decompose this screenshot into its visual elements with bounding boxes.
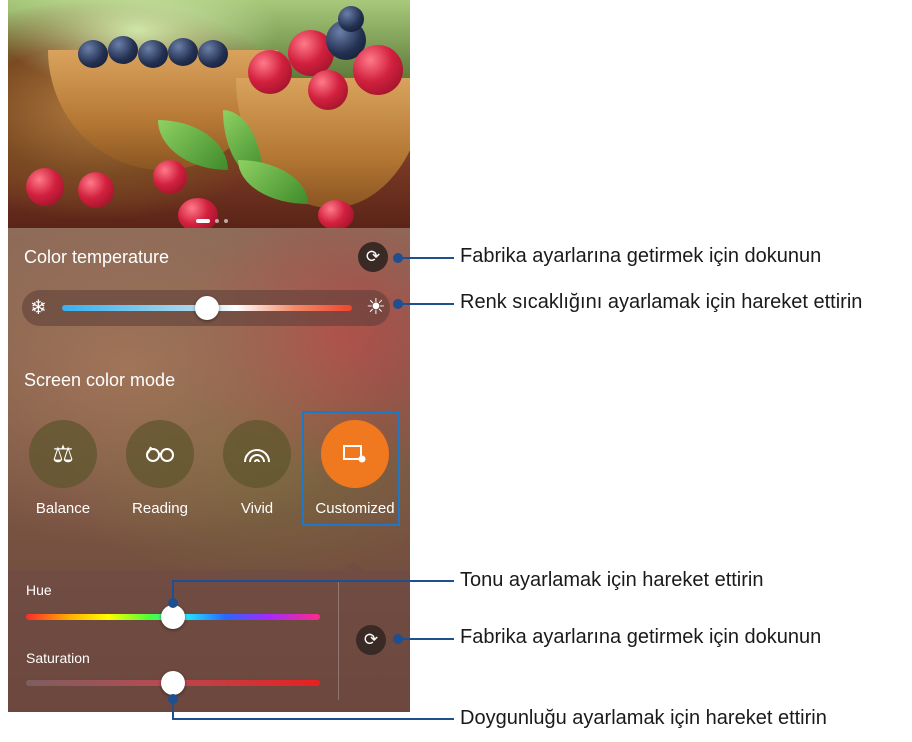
color-temperature-thumb[interactable] — [195, 296, 219, 320]
callout-line — [398, 303, 454, 305]
panel-divider — [338, 582, 339, 700]
mode-label: Vivid — [240, 500, 274, 517]
callout-line — [398, 638, 454, 640]
snowflake-icon: ❄ — [30, 297, 47, 319]
page-indicator — [196, 210, 233, 228]
display-settings-panel: Color temperature ⟳ ❄ ☀ Screen color mod… — [8, 228, 410, 712]
callout-reset-bottom: Fabrika ayarlarına getirmek için dokunun — [460, 626, 822, 648]
callout-temperature-slider: Renk sıcaklığını ayarlamak için hareket … — [460, 291, 863, 313]
header-photo — [8, 0, 410, 228]
color-temperature-slider[interactable]: ❄ ☀ — [22, 290, 390, 326]
refresh-icon: ⟳ — [365, 247, 381, 266]
saturation-label: Saturation — [26, 650, 90, 666]
page-dot — [224, 219, 228, 223]
hue-thumb[interactable] — [161, 605, 185, 629]
blueberry — [168, 38, 198, 66]
customized-adjust-panel: Hue Saturation ⟳ — [8, 570, 410, 712]
raspberry — [78, 172, 114, 208]
callout-line — [172, 698, 174, 718]
raspberry — [308, 70, 348, 110]
color-temperature-title: Color temperature — [24, 247, 170, 267]
callout-line — [172, 718, 454, 720]
refresh-icon: ⟳ — [363, 630, 379, 649]
callout-hue-slider: Tonu ayarlamak için hareket ettirin — [460, 569, 764, 591]
mode-vivid[interactable]: Vivid — [222, 420, 292, 517]
customized-highlight-frame — [302, 411, 400, 526]
vivid-rainbow-icon — [223, 420, 291, 488]
callout-line — [172, 580, 454, 582]
mode-label: Reading — [132, 500, 188, 517]
raspberry — [248, 50, 292, 94]
sun-icon: ☀ — [366, 294, 386, 319]
blueberry — [198, 40, 228, 68]
balance-scale-icon: ⚖ — [29, 420, 97, 488]
raspberry — [318, 200, 354, 228]
phone-screen: Color temperature ⟳ ❄ ☀ Screen color mod… — [8, 0, 410, 712]
callout-saturation-slider: Doygunluğu ayarlamak için hareket ettiri… — [460, 707, 827, 729]
screen-color-mode-title: Screen color mode — [24, 370, 176, 390]
callout-reset-top: Fabrika ayarlarına getirmek için dokunun — [460, 245, 822, 267]
reading-glasses-icon — [126, 420, 194, 488]
callout-line — [398, 257, 454, 259]
hue-label: Hue — [26, 582, 52, 598]
saturation-thumb[interactable] — [161, 671, 185, 695]
blueberry — [78, 40, 108, 68]
mode-reading[interactable]: Reading — [125, 420, 195, 517]
mode-balance[interactable]: ⚖ Balance — [28, 420, 98, 517]
raspberry — [353, 45, 403, 95]
raspberry — [26, 168, 64, 206]
callout-line — [172, 580, 174, 600]
mode-label: Balance — [35, 500, 91, 517]
customized-reset-button[interactable]: ⟳ — [356, 625, 386, 655]
blueberry — [108, 36, 138, 64]
blackberry — [338, 6, 364, 32]
page-dot — [215, 219, 219, 223]
raspberry — [153, 160, 187, 194]
blueberry — [138, 40, 168, 68]
color-temperature-reset-button[interactable]: ⟳ — [358, 242, 388, 272]
page-dot-active — [196, 219, 210, 223]
panel-pointer — [345, 561, 363, 570]
